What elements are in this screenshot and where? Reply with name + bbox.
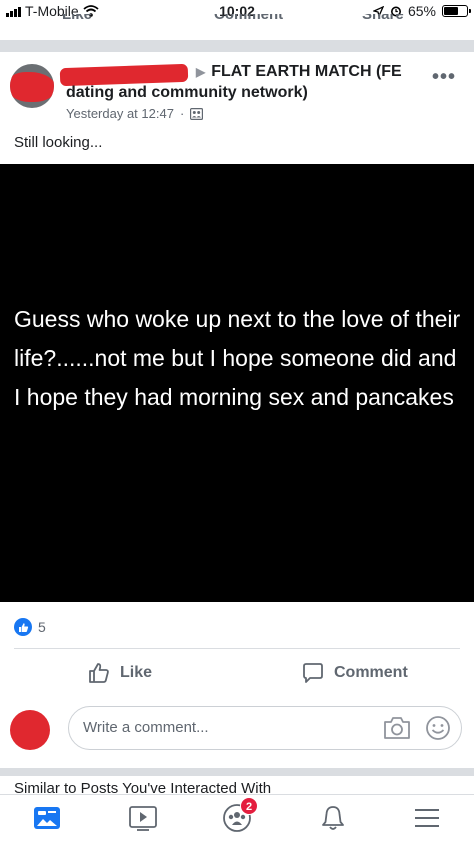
tab-news-feed[interactable] [32, 803, 62, 833]
similar-posts-section: Similar to Posts You've Interacted With [0, 776, 474, 796]
post-actions: Like Comment [0, 656, 474, 692]
meta-separator: · [179, 106, 185, 121]
previous-post-actions: Like Comment Share [0, 14, 474, 24]
arrow-right-icon: ▶ [196, 65, 206, 79]
image-caption: Guess who woke up next to the love of th… [14, 306, 461, 410]
prev-share-button[interactable]: Share [362, 14, 404, 23]
camera-icon[interactable] [383, 715, 411, 741]
comment-placeholder: Write a comment... [83, 719, 209, 736]
feed-separator [0, 40, 474, 52]
feed-post: ▶ FLAT EARTH MATCH (FE dating and communi… [0, 52, 474, 768]
group-audience-icon [190, 107, 204, 120]
like-label: Like [120, 664, 153, 681]
divider [14, 648, 460, 649]
post-meta: Yesterday at 12:47 · [66, 106, 204, 121]
comment-bubble-icon [303, 663, 323, 683]
comment-input[interactable]: Write a comment... [68, 706, 462, 750]
post-text: Still looking... [14, 134, 103, 151]
groups-notification-badge: 2 [240, 797, 258, 815]
reaction-count: 5 [38, 619, 46, 635]
post-timestamp[interactable]: Yesterday at 12:47 [66, 106, 174, 121]
tab-notifications[interactable] [318, 803, 348, 833]
comment-composer: Write a comment... [0, 702, 474, 754]
comment-button[interactable]: Comment [302, 662, 408, 684]
redacted-author-name [59, 63, 189, 87]
redaction-mark [10, 72, 54, 102]
post-image[interactable]: Guess who woke up next to the love of th… [0, 164, 474, 602]
comment-label: Comment [334, 664, 408, 681]
bottom-tab-bar: 2 [0, 794, 474, 842]
post-header-group[interactable]: ▶ FLAT EARTH MATCH (FE [196, 63, 402, 81]
thumbs-up-icon [89, 663, 109, 683]
bell-icon [322, 806, 344, 830]
tab-watch[interactable] [128, 803, 158, 833]
group-name-part1[interactable]: FLAT EARTH MATCH (FE [211, 63, 401, 80]
emoji-icon[interactable] [425, 715, 451, 741]
hamburger-menu-icon [415, 809, 439, 827]
watch-video-icon [129, 806, 157, 831]
prev-like-button[interactable]: Like [62, 14, 92, 23]
like-reaction-icon [14, 618, 32, 636]
group-name-part2[interactable]: dating and community network) [66, 84, 308, 102]
more-options-icon[interactable]: ••• [432, 66, 456, 89]
feed-separator-2 [0, 768, 474, 776]
author-avatar[interactable] [10, 64, 54, 108]
tab-menu[interactable] [412, 803, 442, 833]
like-button[interactable]: Like [88, 662, 152, 684]
tab-groups[interactable]: 2 [222, 797, 258, 833]
viewer-avatar [10, 710, 50, 750]
reaction-summary[interactable]: 5 [14, 618, 46, 636]
news-feed-icon [34, 807, 60, 829]
prev-comment-button[interactable]: Comment [214, 14, 283, 23]
